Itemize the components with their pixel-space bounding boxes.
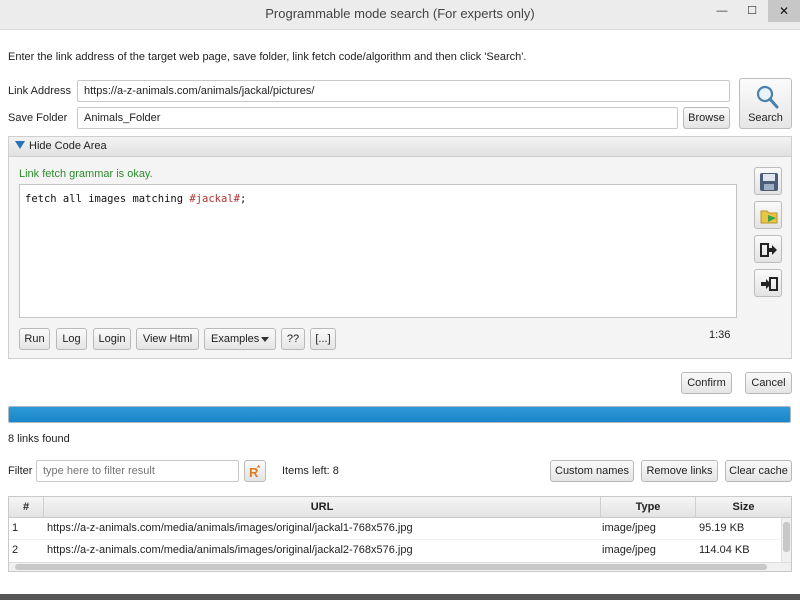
custom-names-button[interactable]: Custom names (550, 460, 634, 482)
svg-text:*: * (257, 464, 261, 473)
examples-label: Examples (211, 333, 260, 345)
results-table: # URL Type Size 1 https://a-z-animals.co… (8, 496, 792, 572)
horizontal-scrollbar[interactable] (9, 562, 791, 571)
code-token: #jackal# (189, 193, 240, 205)
cell-url: https://a-z-animals.com/media/animals/im… (47, 522, 413, 534)
cell-number: 1 (12, 522, 19, 534)
column-header-type[interactable]: Type (601, 497, 696, 518)
vertical-scrollbar[interactable] (781, 518, 791, 562)
filter-input[interactable] (36, 460, 239, 482)
cancel-button[interactable]: Cancel (745, 372, 792, 394)
import-code-button[interactable] (754, 269, 782, 297)
regex-filter-button[interactable]: R * (244, 460, 266, 482)
save-folder-label: Save Folder (8, 112, 68, 124)
save-icon (760, 173, 778, 191)
filter-label: Filter (8, 465, 33, 477)
view-html-button[interactable]: View Html (136, 328, 199, 350)
grammar-status: Link fetch grammar is okay. (19, 168, 153, 180)
cell-type: image/jpeg (602, 544, 656, 556)
vertical-scrollbar-thumb[interactable] (783, 522, 790, 552)
search-button-label: Search (748, 112, 783, 124)
code-area-toggle-label: Hide Code Area (29, 140, 107, 152)
browse-button[interactable]: Browse (683, 107, 730, 129)
log-button[interactable]: Log (56, 328, 87, 350)
export-icon (760, 243, 777, 257)
table-header: # URL Type Size (9, 497, 791, 518)
table-row[interactable]: 1 https://a-z-animals.com/media/animals/… (9, 518, 781, 539)
links-found-count: 8 links found (8, 433, 70, 445)
column-header-number[interactable]: # (9, 497, 44, 518)
window-title: Programmable mode search (For experts on… (265, 6, 535, 21)
open-code-button[interactable] (754, 201, 782, 229)
link-address-label: Link Address (8, 85, 71, 97)
cell-type: image/jpeg (602, 522, 656, 534)
minimize-button[interactable]: — (708, 0, 736, 22)
search-button[interactable]: Search (739, 78, 792, 129)
import-icon (761, 277, 778, 291)
progress-bar (8, 406, 791, 423)
chevron-down-icon (261, 337, 269, 342)
cell-size: 114.04 KB (699, 544, 750, 556)
code-editor[interactable]: fetch all images matching #jackal#; (19, 184, 737, 318)
column-header-url[interactable]: URL (44, 497, 601, 518)
collapse-triangle-icon (15, 141, 25, 149)
cell-number: 2 (12, 544, 19, 556)
confirm-button[interactable]: Confirm (681, 372, 732, 394)
export-code-button[interactable] (754, 235, 782, 263)
maximize-button[interactable]: ☐ (738, 0, 766, 22)
examples-dropdown[interactable]: Examples (204, 328, 276, 350)
login-button[interactable]: Login (93, 328, 131, 350)
close-button[interactable]: ✕ (768, 0, 800, 22)
intro-text: Enter the link address of the target web… (8, 51, 527, 63)
progress-fill (9, 407, 790, 422)
remove-links-button[interactable]: Remove links (641, 460, 718, 482)
cursor-position: 1:36 (709, 329, 731, 341)
clear-cache-button[interactable]: Clear cache (725, 460, 792, 482)
column-header-size[interactable]: Size (696, 497, 791, 518)
more-button[interactable]: [...] (310, 328, 336, 350)
save-folder-input[interactable]: Animals_Folder (77, 107, 678, 129)
magnifier-icon (756, 85, 779, 109)
link-address-input[interactable]: https://a-z-animals.com/animals/jackal/p… (77, 80, 730, 102)
cell-size: 95.19 KB (699, 522, 745, 534)
code-area-toggle[interactable]: Hide Code Area (9, 137, 791, 157)
table-row[interactable]: 2 https://a-z-animals.com/media/animals/… (9, 539, 781, 560)
open-folder-icon (760, 210, 778, 224)
save-code-button[interactable] (754, 167, 782, 195)
horizontal-scrollbar-thumb[interactable] (15, 564, 767, 570)
window-bottom-edge (0, 594, 800, 600)
run-button[interactable]: Run (19, 328, 50, 350)
code-panel: Hide Code Area Link fetch grammar is oka… (8, 136, 792, 359)
code-terminator: ; (239, 193, 247, 205)
title-bar: Programmable mode search (For experts on… (0, 0, 800, 30)
cell-url: https://a-z-animals.com/media/animals/im… (47, 544, 413, 556)
regex-icon: R * (249, 464, 261, 480)
code-text: fetch all images matching (25, 193, 190, 205)
items-left: Items left: 8 (282, 465, 339, 477)
help-button[interactable]: ?? (281, 328, 305, 350)
